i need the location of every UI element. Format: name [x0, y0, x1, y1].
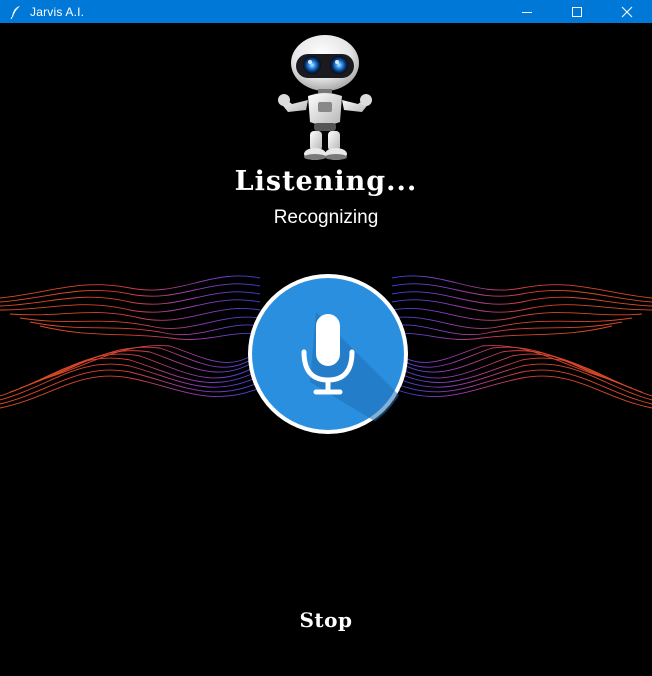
maximize-icon: [572, 6, 582, 17]
robot-icon: [278, 35, 372, 160]
feather-icon: [8, 4, 24, 20]
app-window: Jarvis A.I. Listening... Recognizing Sto…: [0, 0, 652, 676]
maximize-button[interactable]: [552, 0, 602, 23]
close-icon: [621, 6, 633, 17]
status-title: Listening...: [234, 166, 418, 197]
stop-button[interactable]: Stop: [0, 608, 652, 632]
minimize-icon: [522, 11, 532, 13]
close-button[interactable]: [602, 0, 652, 23]
minimize-button[interactable]: [502, 0, 552, 23]
title-bar[interactable]: Jarvis A.I.: [0, 0, 652, 23]
status-subtitle: Recognizing: [273, 207, 379, 228]
window-title: Jarvis A.I.: [30, 4, 85, 19]
stop-button-label[interactable]: Stop: [299, 608, 352, 632]
window-controls: [502, 0, 652, 23]
microphone-button[interactable]: [246, 272, 410, 436]
